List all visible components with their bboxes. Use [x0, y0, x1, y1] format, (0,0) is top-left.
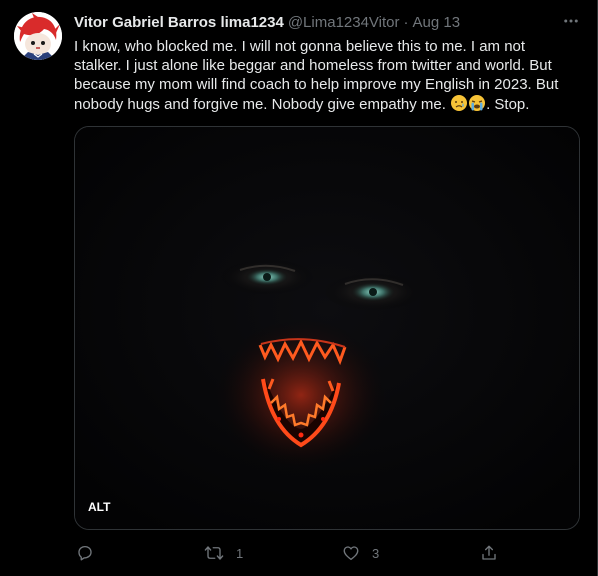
tweet-text-end: . Stop.	[486, 96, 530, 113]
reply-button[interactable]	[76, 540, 106, 566]
more-icon[interactable]	[558, 10, 584, 32]
tweet-actions: 1 3	[74, 540, 580, 566]
user-handle[interactable]: @Lima1234Vitor	[288, 14, 400, 31]
tweet-text: I know, who blocked me. I will not gonna…	[74, 37, 574, 114]
crying-face-emoji-icon	[450, 94, 468, 112]
retweet-button[interactable]: 1	[204, 540, 243, 566]
avatar-image	[14, 12, 62, 60]
retweet-icon	[204, 546, 224, 560]
tweet-header: Vitor Gabriel Barros lima1234 @Lima1234V…	[74, 12, 460, 32]
share-button[interactable]	[480, 540, 510, 566]
like-button[interactable]: 3	[342, 540, 379, 566]
reply-icon	[78, 545, 92, 561]
tweet[interactable]: Vitor Gabriel Barros lima1234 @Lima1234V…	[0, 0, 598, 576]
avatar[interactable]	[14, 12, 62, 60]
display-name[interactable]: Vitor Gabriel Barros lima1234	[74, 14, 284, 31]
share-icon	[482, 545, 496, 560]
dark-face-image	[75, 127, 579, 529]
retweet-count: 1	[236, 545, 244, 561]
alt-text-badge[interactable]: ALT	[82, 497, 116, 517]
tweet-media-image[interactable]	[74, 126, 580, 530]
tweet-date[interactable]: Aug 13	[413, 14, 461, 31]
loudly-crying-face-emoji-icon	[468, 94, 486, 112]
heart-icon	[343, 546, 359, 561]
like-count: 3	[372, 545, 380, 561]
header-separator: ·	[403, 13, 409, 31]
